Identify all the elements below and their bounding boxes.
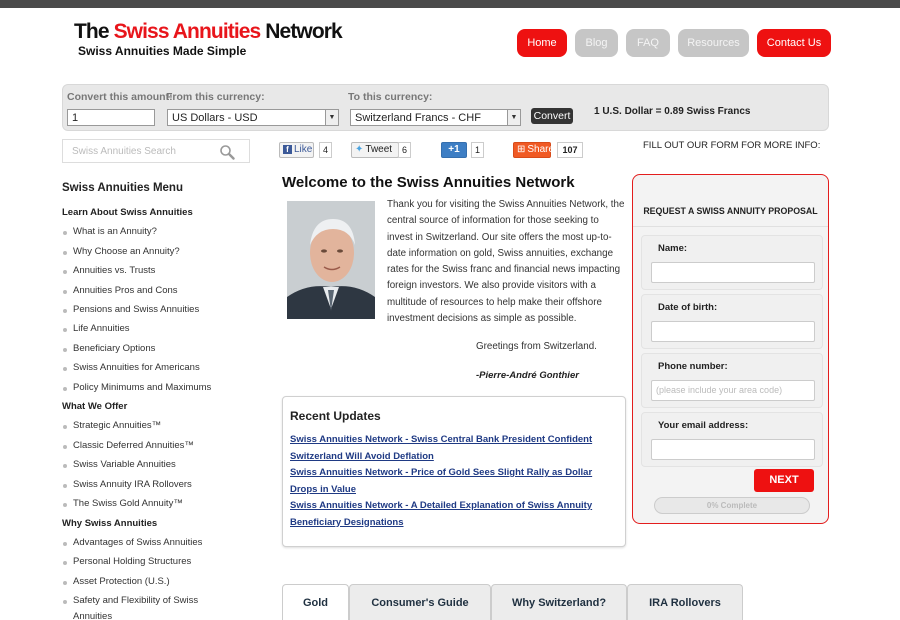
nav-home-button[interactable]: Home bbox=[517, 29, 567, 57]
sidebar-item[interactable]: Why Choose an Annuity? bbox=[63, 246, 180, 257]
twitter-icon: ✦ bbox=[355, 144, 364, 155]
share-button[interactable]: ⊞ Share bbox=[513, 142, 554, 158]
nav-faq-button[interactable]: FAQ bbox=[626, 29, 670, 57]
update-link[interactable]: Swiss Annuities Network - Price of Gold … bbox=[290, 465, 620, 498]
update-link[interactable]: Swiss Annuities Network - Swiss Central … bbox=[290, 432, 620, 465]
plusone-button[interactable]: +1 bbox=[441, 142, 467, 158]
nav-contact-button[interactable]: Contact Us bbox=[757, 29, 831, 57]
search-input[interactable]: Swiss Annuities Search bbox=[62, 139, 250, 163]
sidebar-section-heading: Learn About Swiss Annuities bbox=[62, 207, 193, 218]
sidebar-item[interactable]: What is an Annuity? bbox=[63, 226, 157, 237]
sidebar-item-continued[interactable]: Annuities bbox=[73, 611, 112, 620]
recent-updates-panel: Recent Updates Swiss Annuities Network -… bbox=[282, 396, 626, 547]
greeting-text: Greetings from Switzerland. bbox=[476, 341, 597, 352]
updates-list: Swiss Annuities Network - Swiss Central … bbox=[290, 432, 620, 531]
email-label: Your email address: bbox=[658, 420, 749, 431]
nav-resources-button[interactable]: Resources bbox=[678, 29, 749, 57]
progress-bar: 0% Complete bbox=[654, 497, 810, 514]
name-label: Name: bbox=[658, 243, 688, 254]
name-group: Name: bbox=[641, 235, 823, 290]
chevron-down-icon: ▼ bbox=[507, 110, 520, 125]
phone-label: Phone number: bbox=[658, 361, 728, 372]
facebook-icon: f bbox=[283, 145, 292, 154]
dob-group: Date of birth: bbox=[641, 294, 823, 349]
tab-ira-rollovers[interactable]: IRA Rollovers bbox=[627, 584, 743, 620]
sidebar-item[interactable]: Policy Minimums and Maximums bbox=[62, 382, 211, 393]
from-currency-value: US Dollars - USD bbox=[172, 112, 258, 124]
chevron-down-icon: ▼ bbox=[325, 110, 338, 125]
sidebar-item[interactable]: The Swiss Gold Annuity™ bbox=[63, 498, 183, 509]
fill-out-form-text: FILL OUT OUR FORM FOR MORE INFO: bbox=[643, 140, 821, 151]
top-bar bbox=[0, 0, 900, 8]
site-logo[interactable]: The Swiss Annuities Network Swiss Annuit… bbox=[74, 20, 343, 58]
portrait-photo bbox=[287, 201, 375, 319]
facebook-like-button[interactable]: f Like bbox=[279, 142, 314, 158]
sidebar-item[interactable]: Annuities Pros and Cons bbox=[63, 285, 178, 296]
nav-blog-button[interactable]: Blog bbox=[575, 29, 618, 57]
sidebar-section-heading: Why Swiss Annuities bbox=[62, 518, 158, 529]
tweet-count: 6 bbox=[398, 142, 412, 158]
phone-field[interactable]: (please include your area code) bbox=[651, 380, 815, 401]
email-group: Your email address: bbox=[641, 412, 823, 467]
sidebar-item[interactable]: Pensions and Swiss Annuities bbox=[62, 304, 199, 315]
sidebar-item[interactable]: Classic Deferred Annuities™ bbox=[63, 440, 194, 451]
name-field[interactable] bbox=[651, 262, 815, 283]
plusone-count: 1 bbox=[471, 142, 485, 158]
sidebar-item[interactable]: Strategic Annuities™ bbox=[62, 420, 161, 431]
phone-group: Phone number: (please include your area … bbox=[641, 353, 823, 408]
sidebar-item[interactable]: Personal Holding Structures bbox=[62, 556, 191, 567]
update-link[interactable]: Swiss Annuities Network - A Detailed Exp… bbox=[290, 498, 620, 531]
sidebar-item[interactable]: Safety and Flexibility of Swiss bbox=[62, 595, 198, 606]
proposal-form: REQUEST A SWISS ANNUITY PROPOSAL Name: D… bbox=[632, 174, 829, 524]
from-currency-label: From this currency: bbox=[166, 91, 265, 103]
to-currency-select[interactable]: Switzerland Francs - CHF ▼ bbox=[350, 109, 521, 126]
recent-updates-title: Recent Updates bbox=[290, 409, 381, 423]
currency-converter: Convert this amount: 1 From this currenc… bbox=[62, 84, 829, 131]
sidebar-section-heading: What We Offer bbox=[62, 401, 128, 412]
tab-why-switzerland[interactable]: Why Switzerland? bbox=[491, 584, 627, 620]
search-placeholder: Swiss Annuities Search bbox=[72, 146, 176, 157]
sidebar-item[interactable]: Life Annuities bbox=[63, 323, 130, 334]
form-title: REQUEST A SWISS ANNUITY PROPOSAL bbox=[633, 175, 828, 227]
tab-consumers-guide[interactable]: Consumer's Guide bbox=[349, 584, 491, 620]
to-currency-value: Switzerland Francs - CHF bbox=[355, 112, 481, 124]
sidebar-item[interactable]: Advantages of Swiss Annuities bbox=[62, 537, 202, 548]
search-icon[interactable] bbox=[219, 144, 235, 160]
page-title: Welcome to the Swiss Annuities Network bbox=[282, 174, 575, 191]
share-count: 107 bbox=[557, 142, 583, 158]
sidebar-title: Swiss Annuities Menu bbox=[62, 182, 183, 194]
amount-input[interactable]: 1 bbox=[67, 109, 155, 126]
sidebar-item[interactable]: Swiss Variable Annuities bbox=[63, 459, 176, 470]
dob-label: Date of birth: bbox=[658, 302, 718, 313]
sidebar-item[interactable]: Asset Protection (U.S.) bbox=[63, 576, 170, 587]
tab-gold[interactable]: Gold bbox=[282, 584, 349, 620]
sidebar-item[interactable]: Annuities vs. Trusts bbox=[62, 265, 155, 276]
site-tagline: Swiss Annuities Made Simple bbox=[78, 44, 247, 58]
sidebar-item[interactable]: Swiss Annuities for Americans bbox=[63, 362, 200, 373]
exchange-rate-text: 1 U.S. Dollar = 0.89 Swiss Francs bbox=[594, 106, 751, 117]
signature: -Pierre-André Gonthier bbox=[476, 370, 579, 381]
sidebar-item[interactable]: Swiss Annuity IRA Rollovers bbox=[63, 479, 192, 490]
tweet-button[interactable]: ✦ Tweet bbox=[351, 142, 399, 158]
intro-text: Thank you for visiting the Swiss Annuiti… bbox=[387, 199, 625, 325]
plus-icon: ⊞ bbox=[517, 144, 526, 155]
email-field[interactable] bbox=[651, 439, 815, 460]
site-title: The Swiss Annuities Network bbox=[74, 20, 343, 43]
like-count: 4 bbox=[319, 142, 333, 158]
next-button[interactable]: NEXT bbox=[754, 469, 814, 492]
to-currency-label: To this currency: bbox=[348, 91, 433, 103]
sidebar-item[interactable]: Beneficiary Options bbox=[62, 343, 155, 354]
convert-button[interactable]: Convert bbox=[531, 108, 573, 124]
dob-field[interactable] bbox=[651, 321, 815, 342]
amount-label: Convert this amount: bbox=[67, 91, 173, 103]
from-currency-select[interactable]: US Dollars - USD ▼ bbox=[167, 109, 339, 126]
